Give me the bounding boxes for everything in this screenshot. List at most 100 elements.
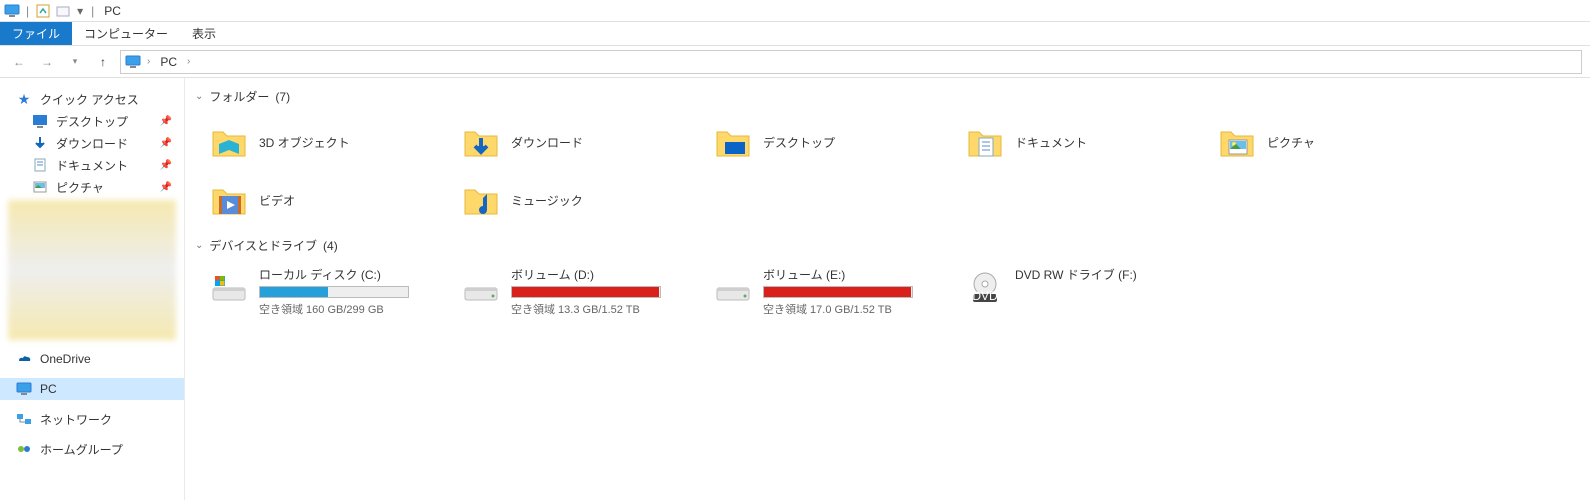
3d-icon bbox=[209, 122, 249, 162]
osdisk-icon bbox=[209, 268, 249, 308]
svg-text:DVD: DVD bbox=[972, 289, 998, 303]
tab-computer[interactable]: コンピューター bbox=[72, 22, 180, 45]
sidebar-pc[interactable]: PC bbox=[0, 378, 184, 400]
breadcrumb-pc[interactable]: PC bbox=[156, 55, 181, 69]
sidebar-item-label: ダウンロード bbox=[56, 135, 128, 152]
drive-capacity-text: 空き領域 17.0 GB/1.52 TB bbox=[763, 301, 913, 317]
navigation-pane: ★ クイック アクセス デスクトップ 📌 ダウンロード 📌 ドキュメント 📌 ピ… bbox=[0, 78, 185, 500]
back-button[interactable]: ← bbox=[8, 51, 30, 73]
pc-icon bbox=[4, 3, 20, 19]
forward-button[interactable]: → bbox=[36, 51, 58, 73]
desktop-icon bbox=[32, 113, 48, 129]
sidebar-blurred-items bbox=[8, 200, 176, 340]
music-icon bbox=[461, 180, 501, 220]
sidebar-pinned-item[interactable]: ピクチャ 📌 bbox=[0, 176, 184, 198]
up-button[interactable]: ↑ bbox=[92, 51, 114, 73]
hdd-icon bbox=[713, 268, 753, 308]
folder-label: デスクトップ bbox=[763, 134, 835, 151]
folder-tile[interactable]: ミュージック bbox=[457, 171, 709, 229]
tab-file[interactable]: ファイル bbox=[0, 22, 72, 45]
sidebar-pinned-item[interactable]: ドキュメント 📌 bbox=[0, 154, 184, 176]
sidebar-label: ネットワーク bbox=[40, 411, 112, 428]
sidebar-pinned-item[interactable]: ダウンロード 📌 bbox=[0, 132, 184, 154]
folder-tile[interactable]: ビデオ bbox=[205, 171, 457, 229]
folder-label: ミュージック bbox=[511, 192, 583, 209]
sidebar-quick-access[interactable]: ★ クイック アクセス bbox=[0, 88, 184, 110]
group-count: (4) bbox=[323, 239, 338, 253]
downloads-icon bbox=[461, 122, 501, 162]
folder-label: ドキュメント bbox=[1015, 134, 1087, 151]
sidebar-item-label: ドキュメント bbox=[56, 157, 128, 174]
folder-tile[interactable]: ドキュメント bbox=[961, 113, 1213, 171]
pictures-icon bbox=[32, 179, 48, 195]
drive-tile[interactable]: DVD DVD RW ドライブ (F:) bbox=[961, 262, 1213, 320]
sidebar-item-label: デスクトップ bbox=[56, 113, 128, 130]
documents-icon bbox=[965, 122, 1005, 162]
folder-label: ダウンロード bbox=[511, 134, 583, 151]
recent-dropdown[interactable]: ▾ bbox=[64, 51, 86, 73]
network-icon bbox=[16, 411, 32, 427]
chevron-down-icon: ⌄ bbox=[195, 91, 203, 102]
qat-sep-2: | bbox=[91, 4, 94, 18]
sidebar-pinned-item[interactable]: デスクトップ 📌 bbox=[0, 110, 184, 132]
drive-label: ボリューム (E:) bbox=[763, 266, 913, 283]
chevron-down-icon: ⌄ bbox=[195, 240, 203, 251]
hdd-icon bbox=[461, 268, 501, 308]
sidebar-label: OneDrive bbox=[40, 352, 91, 366]
group-title: フォルダー bbox=[209, 88, 269, 105]
sidebar-label: PC bbox=[40, 382, 57, 396]
downloads-icon bbox=[32, 135, 48, 151]
sidebar-label: クイック アクセス bbox=[40, 91, 139, 108]
pin-icon: 📌 bbox=[160, 138, 172, 149]
drive-capacity-text: 空き領域 13.3 GB/1.52 TB bbox=[511, 301, 661, 317]
videos-icon bbox=[209, 180, 249, 220]
sidebar-onedrive[interactable]: OneDrive bbox=[0, 348, 184, 370]
desktop-icon bbox=[713, 122, 753, 162]
star-icon: ★ bbox=[16, 91, 32, 107]
drive-capacity-text: 空き領域 160 GB/299 GB bbox=[259, 301, 409, 317]
capacity-bar bbox=[511, 286, 661, 298]
title-bar: | ▾ | PC bbox=[0, 0, 1590, 22]
folder-tile[interactable]: ピクチャ bbox=[1213, 113, 1465, 171]
chevron-right-icon[interactable]: › bbox=[147, 56, 150, 67]
group-title: デバイスとドライブ bbox=[209, 237, 317, 254]
folder-tile[interactable]: ダウンロード bbox=[457, 113, 709, 171]
address-bar[interactable]: › PC › bbox=[120, 50, 1582, 74]
sidebar-label: ホームグループ bbox=[40, 441, 123, 458]
pin-icon: 📌 bbox=[160, 160, 172, 171]
sidebar-homegroup[interactable]: ホームグループ bbox=[0, 438, 184, 460]
navigation-bar: ← → ▾ ↑ › PC › bbox=[0, 46, 1590, 78]
onedrive-icon bbox=[16, 351, 32, 367]
sidebar-network[interactable]: ネットワーク bbox=[0, 408, 184, 430]
documents-icon bbox=[32, 157, 48, 173]
pc-icon bbox=[125, 54, 141, 70]
tab-view[interactable]: 表示 bbox=[180, 22, 228, 45]
drive-label: ローカル ディスク (C:) bbox=[259, 266, 409, 283]
qat-new-folder-icon[interactable] bbox=[55, 3, 71, 19]
qat-customize-icon[interactable]: ▾ bbox=[75, 3, 85, 19]
group-header-drives[interactable]: ⌄ デバイスとドライブ (4) bbox=[185, 231, 1590, 260]
qat-sep: | bbox=[26, 4, 29, 18]
group-header-folders[interactable]: ⌄ フォルダー (7) bbox=[185, 82, 1590, 111]
pc-icon bbox=[16, 381, 32, 397]
homegroup-icon bbox=[16, 441, 32, 457]
folder-tile[interactable]: デスクトップ bbox=[709, 113, 961, 171]
drive-label: ボリューム (D:) bbox=[511, 266, 661, 283]
pin-icon: 📌 bbox=[160, 116, 172, 127]
folder-tile[interactable]: 3D オブジェクト bbox=[205, 113, 457, 171]
sidebar-item-label: ピクチャ bbox=[56, 179, 104, 196]
folder-label: ピクチャ bbox=[1267, 134, 1315, 151]
folder-label: 3D オブジェクト bbox=[259, 134, 350, 151]
drive-tile[interactable]: ローカル ディスク (C:) 空き領域 160 GB/299 GB bbox=[205, 262, 457, 320]
capacity-bar bbox=[259, 286, 409, 298]
drive-label: DVD RW ドライブ (F:) bbox=[1015, 266, 1137, 283]
chevron-right-icon[interactable]: › bbox=[187, 56, 190, 67]
dvd-icon: DVD bbox=[965, 268, 1005, 308]
drive-tile[interactable]: ボリューム (D:) 空き領域 13.3 GB/1.52 TB bbox=[457, 262, 709, 320]
ribbon-tabs: ファイル コンピューター 表示 bbox=[0, 22, 1590, 46]
content-pane: ⌄ フォルダー (7) 3D オブジェクト ダウンロード デスクトップ ドキュメ… bbox=[185, 78, 1590, 500]
capacity-bar bbox=[763, 286, 913, 298]
drive-tile[interactable]: ボリューム (E:) 空き領域 17.0 GB/1.52 TB bbox=[709, 262, 961, 320]
qat-properties-icon[interactable] bbox=[35, 3, 51, 19]
folder-label: ビデオ bbox=[259, 192, 295, 209]
